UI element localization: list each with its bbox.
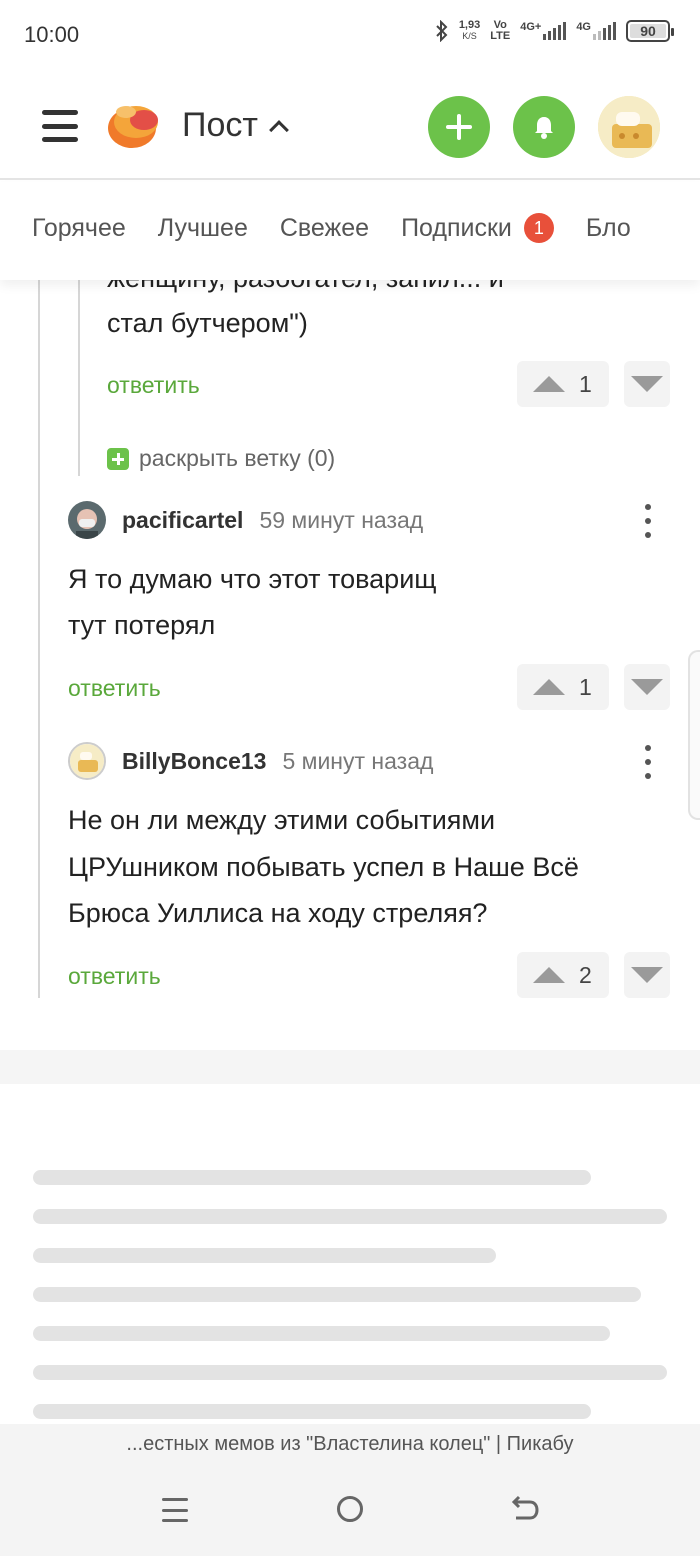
vote-up-button[interactable]: 1 [517, 664, 609, 710]
tab-blogs[interactable]: Бло [586, 213, 631, 243]
user-avatar[interactable] [598, 96, 660, 158]
vote-count: 1 [579, 673, 592, 700]
skeleton-line [33, 1365, 667, 1380]
vote-up-button[interactable]: 1 [517, 361, 609, 407]
comment-author[interactable]: BillyBonce13 [122, 748, 266, 775]
vote-count: 2 [579, 961, 592, 988]
reply-link[interactable]: ответить [68, 963, 161, 990]
tab-fresh[interactable]: Свежее [280, 213, 369, 243]
subscriptions-badge: 1 [523, 213, 554, 243]
expand-plus-icon [107, 447, 129, 470]
avatar[interactable] [68, 742, 106, 780]
reply-link[interactable]: ответить [68, 675, 161, 702]
comment-text: ЦРУшником побывать успел в Наше Всё [68, 852, 579, 882]
tab-best[interactable]: Лучшее [158, 213, 248, 243]
browser-page-title: ...естных мемов из "Властелина колец" | … [0, 1424, 700, 1466]
add-post-button[interactable] [428, 96, 490, 158]
home-icon[interactable] [337, 1496, 363, 1522]
reply-link[interactable]: ответить [107, 372, 200, 399]
scroll-handle[interactable] [688, 650, 700, 820]
comment-text: Я то думаю что этот товарищ [68, 564, 437, 594]
comment-time: 5 минут назад [282, 747, 434, 774]
comments-list: женщину, разбогател, запил... и стал бут… [0, 280, 700, 1020]
bluetooth-icon [436, 20, 448, 42]
signal-bars-icon [543, 22, 567, 40]
vote-down-icon [631, 967, 663, 983]
menu-icon[interactable] [42, 110, 78, 142]
vote-down-button[interactable] [624, 361, 670, 407]
app-header: Пост [0, 72, 700, 180]
feed-tabs: Горячее Лучшее Свежее Подписки 1 Бло [0, 182, 700, 280]
expand-thread-button[interactable]: раскрыть ветку (0) [107, 445, 335, 472]
avatar[interactable] [68, 501, 106, 539]
skeleton-line [33, 1404, 591, 1419]
skeleton-line [33, 1287, 641, 1302]
comment-author[interactable]: pacificartel [122, 507, 243, 534]
net-speed: 1,93 K/S [458, 19, 481, 42]
comment-time: 59 минут назад [259, 506, 424, 533]
bell-icon [535, 117, 553, 139]
back-icon[interactable] [510, 1494, 540, 1524]
more-vert-icon[interactable] [643, 745, 653, 779]
signal-2: 4G [576, 22, 616, 40]
loading-skeleton [0, 1084, 700, 1424]
thread-line [78, 280, 80, 476]
pikabu-logo[interactable] [106, 98, 162, 150]
vote-count: 1 [579, 370, 592, 397]
notifications-button[interactable] [513, 96, 575, 158]
status-bar: 10:00 1,93 K/S Vo LTE 4G+ 4G 90 [0, 0, 700, 72]
comment-text: Брюса Уиллиса на ходу стреляя? [68, 898, 488, 928]
comment-text: тут потерял [68, 610, 216, 640]
chevron-up-icon [269, 119, 289, 140]
thread-line [38, 280, 40, 998]
section-divider [0, 1050, 700, 1084]
recents-icon[interactable] [162, 1498, 188, 1522]
page-title-text: Пост [182, 106, 258, 144]
tab-subscriptions[interactable]: Подписки 1 [401, 213, 554, 243]
signal-bars-icon [593, 22, 616, 40]
signal-1: 4G+ [520, 22, 567, 40]
vote-down-icon [631, 679, 663, 695]
skeleton-line [33, 1248, 496, 1263]
vote-up-icon [533, 376, 565, 392]
vote-up-button[interactable]: 2 [517, 952, 609, 998]
status-icons: 1,93 K/S Vo LTE 4G+ 4G 90 [435, 19, 674, 42]
skeleton-line [33, 1170, 591, 1185]
battery-icon: 90 [626, 20, 674, 42]
vote-up-icon [533, 679, 565, 695]
comment-text: стал бутчером") [107, 308, 308, 338]
system-nav-bar [0, 1466, 700, 1556]
volte-indicator: Vo LTE [490, 19, 511, 42]
skeleton-line [33, 1326, 610, 1341]
comment-header: BillyBonce13 5 минут назад [68, 742, 433, 780]
status-time: 10:00 [24, 22, 80, 47]
expand-thread-label: раскрыть ветку (0) [139, 445, 336, 471]
plus-icon [446, 114, 472, 140]
vote-down-button[interactable] [624, 952, 670, 998]
vote-down-button[interactable] [624, 664, 670, 710]
vote-up-icon [533, 967, 565, 983]
battery-level: 90 [640, 23, 656, 39]
avatar [598, 96, 660, 158]
skeleton-line [33, 1209, 667, 1224]
more-vert-icon[interactable] [643, 504, 653, 538]
comment-text: женщину, разбогател, запил... и [107, 280, 504, 302]
vote-down-icon [631, 376, 663, 392]
tab-hot[interactable]: Горячее [32, 213, 126, 243]
comment-header: pacificartel 59 минут назад [68, 501, 423, 539]
comment-text: Не он ли между этими событиями [68, 805, 496, 835]
page-title[interactable]: Пост [182, 106, 289, 145]
